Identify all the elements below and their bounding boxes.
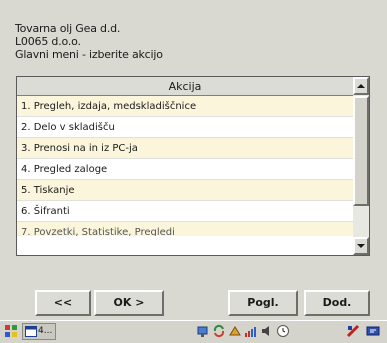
list-item-2[interactable]: 2. Delo v skladišču [17, 117, 353, 138]
action-list[interactable]: Akcija 1. Pregleh, izdaja, medskladiščni… [16, 76, 370, 256]
clock-icon[interactable] [276, 324, 290, 338]
list-item-5[interactable]: 5. Tiskanje [17, 180, 353, 201]
scroll-up-button[interactable] [353, 77, 369, 95]
page-title: Glavni meni - izberite akcijo [15, 48, 163, 61]
network-icon[interactable] [196, 324, 210, 338]
subsidiary-name: L0065 d.o.o. [15, 35, 81, 48]
taskbar-app-label: 4... [38, 326, 53, 336]
start-icon[interactable] [4, 324, 18, 338]
keyboard-icon[interactable] [346, 324, 360, 338]
list-column-header[interactable]: Akcija [17, 77, 353, 96]
list-item-6[interactable]: 6. Šifranti [17, 201, 353, 222]
list-item-4[interactable]: 4. Pregled zaloge [17, 159, 353, 180]
scroll-down-button[interactable] [353, 237, 369, 255]
ok-button[interactable]: OK > [94, 290, 164, 316]
back-button[interactable]: << [35, 290, 91, 316]
volume-icon[interactable] [260, 324, 274, 338]
signal-icon[interactable] [244, 324, 258, 338]
taskbar: 4... [0, 320, 387, 343]
input-panel-icon[interactable] [366, 324, 380, 338]
company-name: Tovarna olj Gea d.d. [15, 22, 121, 35]
connection-icon[interactable] [228, 324, 242, 338]
scroll-thumb[interactable] [353, 96, 369, 206]
header: Tovarna olj Gea d.d. L0065 d.o.o. Glavni… [15, 22, 355, 61]
list-item-1[interactable]: 1. Pregleh, izdaja, medskladiščnice [17, 96, 353, 117]
sync-icon[interactable] [212, 324, 226, 338]
list-item-7[interactable]: 7. Povzetki, Statistike, Pregledi [17, 222, 353, 236]
arrow-up-icon [357, 84, 365, 88]
add-button[interactable]: Dod. [304, 290, 370, 316]
arrow-down-icon [357, 244, 365, 248]
list-scrollbar[interactable] [353, 77, 369, 255]
taskbar-app-button[interactable]: 4... [22, 323, 56, 340]
window-icon [25, 326, 37, 337]
list-item-3[interactable]: 3. Prenosi na in iz PC-ja [17, 138, 353, 159]
view-button[interactable]: Pogl. [228, 290, 298, 316]
